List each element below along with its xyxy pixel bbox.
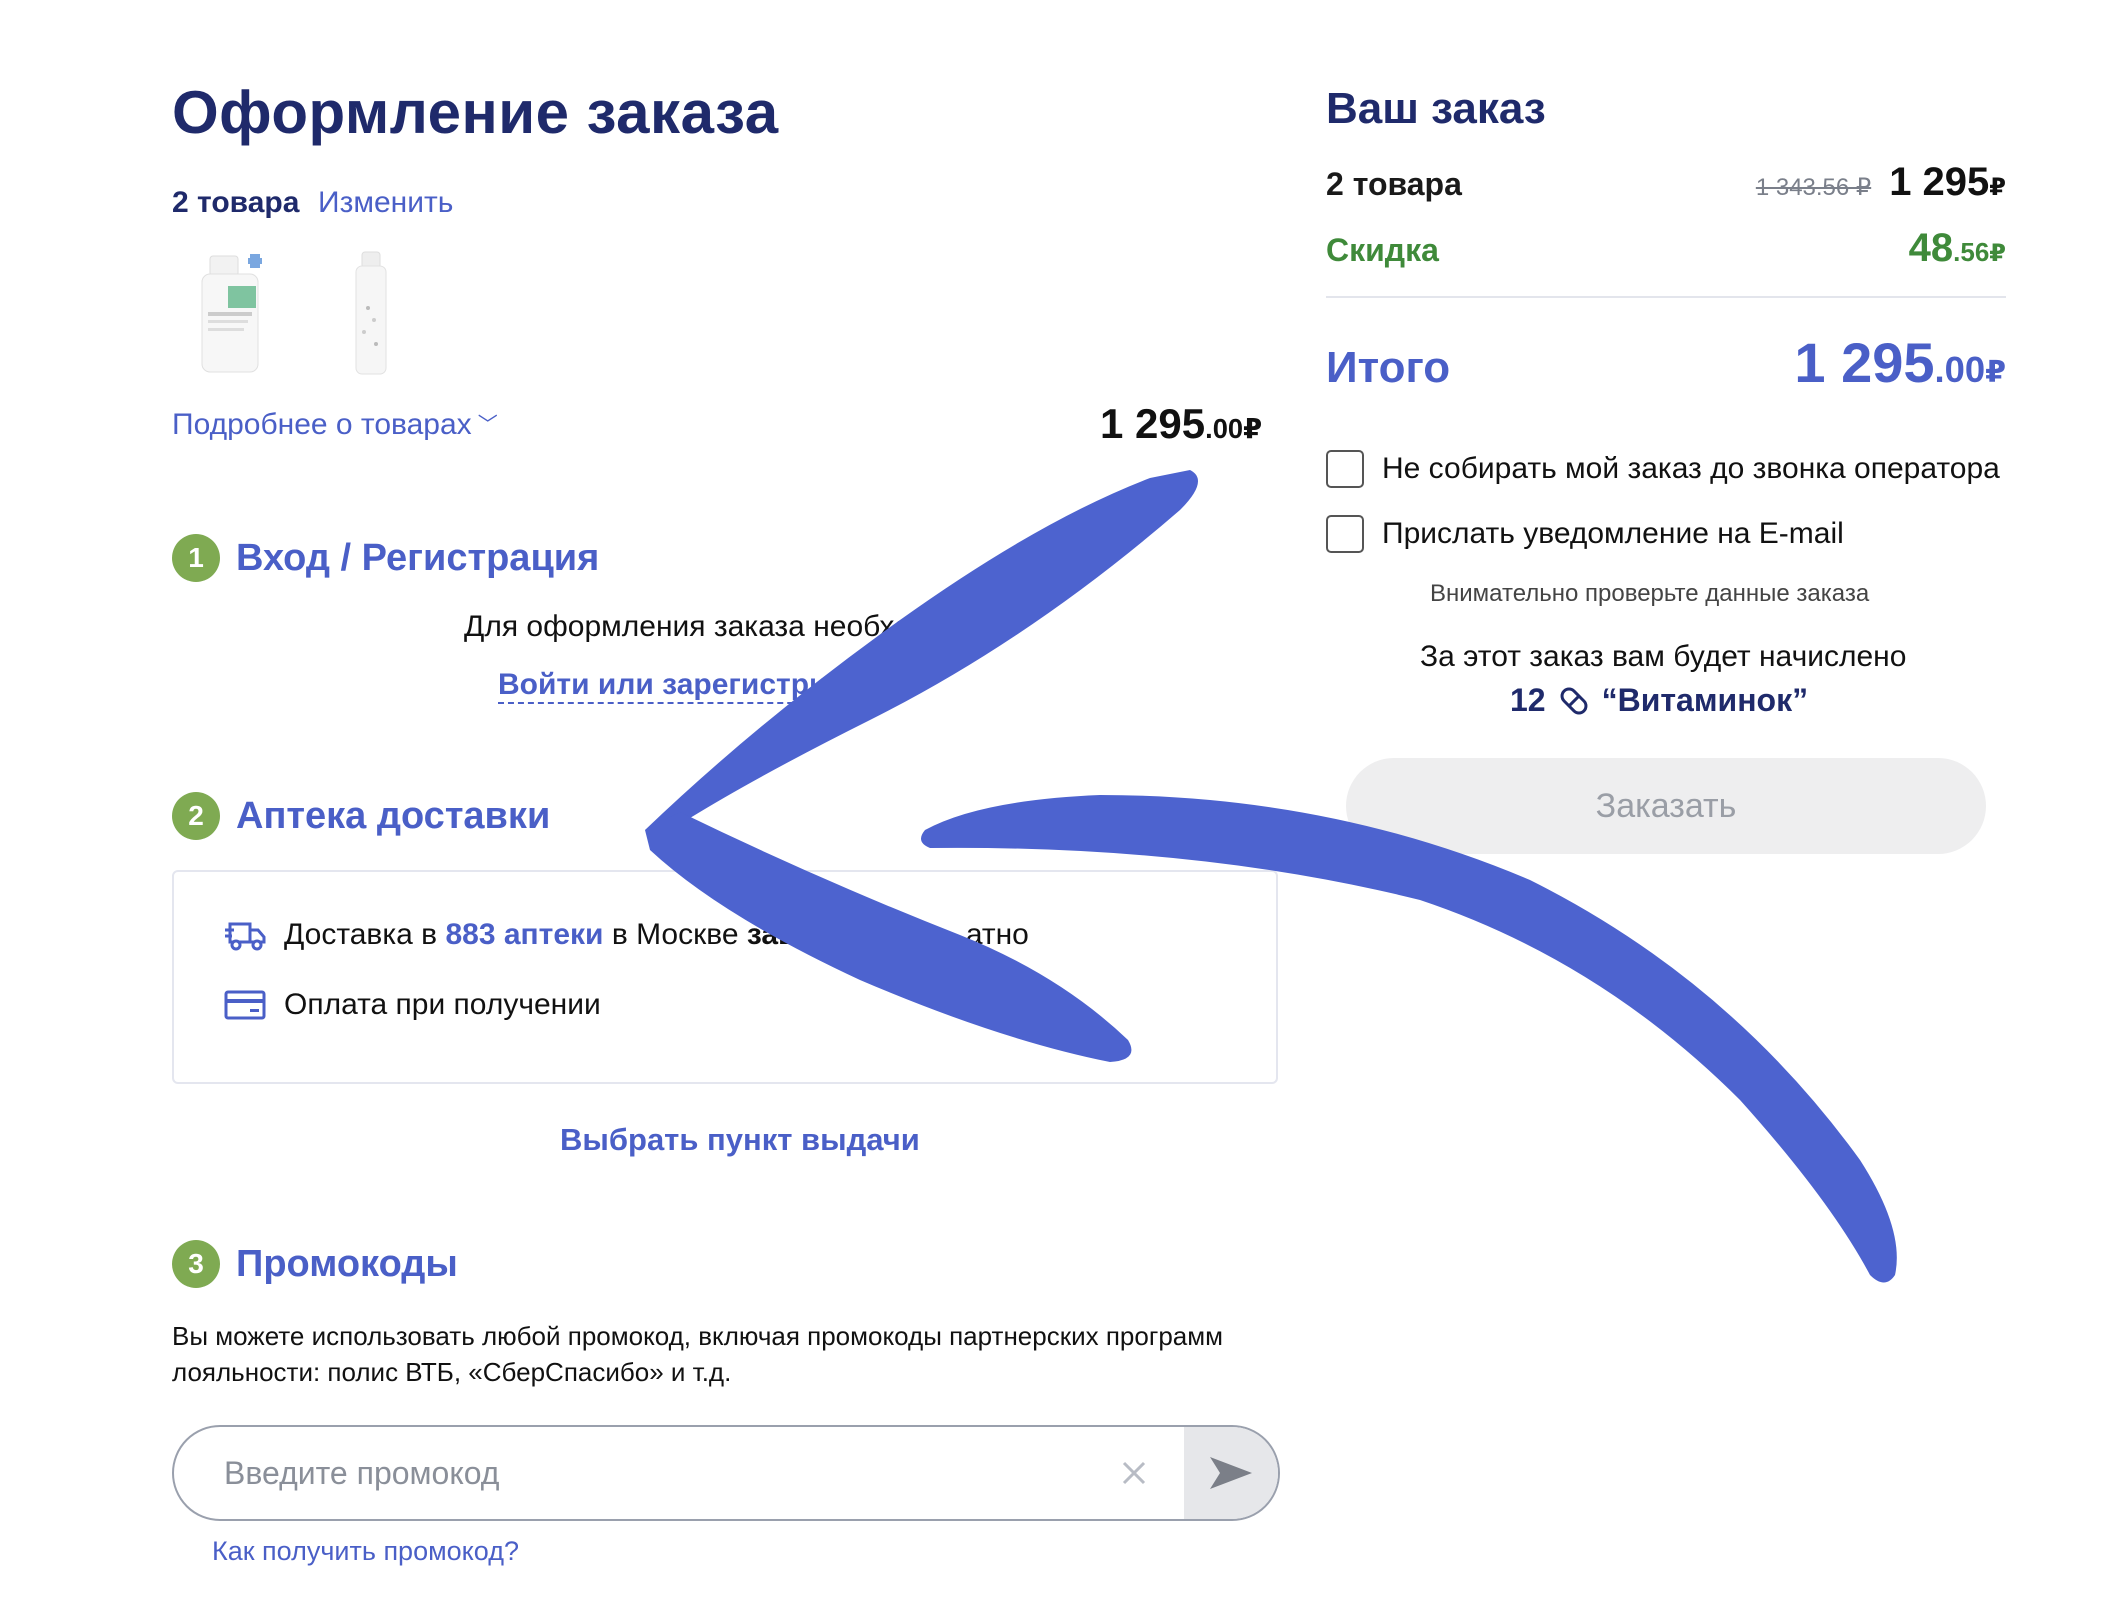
arrow-head-upper-stroke (645, 470, 1198, 835)
step-promo-header: 3 Промокоды (172, 1240, 458, 1288)
how-to-get-promo-link[interactable]: Как получить промокод? (212, 1536, 519, 1567)
promo-input-group (172, 1425, 1280, 1521)
promo-description: Вы можете использовать любой промокод, в… (172, 1321, 1223, 1387)
login-required-text: Для оформления заказа необходи (464, 610, 945, 643)
checkbox-label: Не собирать мой заказ до звонка оператор… (1382, 452, 2000, 485)
payment-method-text: Оплата при получении (284, 988, 601, 1021)
summary-total-row: Итого 1 295.00₽ (1326, 330, 2006, 395)
total-label: Итого (1326, 343, 1451, 392)
no-assemble-until-call-checkbox[interactable]: Не собирать мой заказ до звонка оператор… (1326, 450, 2000, 488)
bonus-text: За этот заказ вам будет начислено (1420, 640, 1907, 673)
pharmacy-count-link[interactable]: 883 аптеки (445, 918, 603, 951)
order-summary-title: Ваш заказ (1326, 84, 1546, 133)
payment-row: Оплата при получении (224, 988, 601, 1022)
summary-discount-row: Скидка 48.56₽ (1326, 226, 2006, 271)
step-number-badge: 1 (172, 534, 220, 582)
send-arrow-icon (1210, 1457, 1252, 1489)
bonus-amount: 12 (1510, 682, 1546, 718)
product-details-label: Подробнее о товарах (172, 408, 472, 441)
product-thumbnail-1[interactable] (188, 248, 298, 378)
summary-divider (1326, 296, 2006, 298)
summary-items-row: 2 товара 1 343.56 ₽ 1 295₽ (1326, 160, 2006, 205)
change-items-link[interactable]: Изменить (318, 186, 453, 220)
delivery-truck-icon (225, 922, 266, 951)
total-amount: 1 295.00₽ (1794, 331, 2006, 394)
checkbox-box[interactable] (1326, 450, 1364, 488)
promo-submit-button[interactable] (1184, 1427, 1278, 1519)
verify-order-note: Внимательно проверьте данные заказа (1430, 580, 1870, 607)
page-title: Оформление заказа (172, 79, 779, 146)
chevron-down-icon: ﹀ (477, 414, 498, 436)
step-title: Промокоды (236, 1242, 458, 1285)
discount-amount: 48.56₽ (1908, 226, 2006, 270)
current-price: 1 295₽ (1889, 160, 2006, 204)
product-thumbnail-2[interactable] (318, 248, 428, 378)
product-spray-image (355, 251, 387, 375)
step-number-badge: 3 (172, 1240, 220, 1288)
cart-total-price: 1 295.00₽ (1100, 400, 1263, 447)
email-notification-checkbox[interactable]: Прислать уведомление на E-mail (1326, 515, 1844, 553)
credit-card-icon (224, 990, 266, 1020)
pill-icon (1560, 687, 1588, 714)
promo-code-input[interactable] (174, 1427, 1104, 1519)
step-number-badge: 2 (172, 792, 220, 840)
bonus-name: “Витаминок” (1601, 682, 1809, 718)
delivery-row: Доставка в 883 аптеки в Москве завтра атн… (224, 918, 1029, 952)
step-login-header: 1 Вход / Регистрация (172, 534, 599, 582)
step-title: Аптека доставки (236, 794, 551, 837)
product-bottle-image (201, 254, 262, 373)
checkbox-label: Прислать уведомление на E-mail (1382, 517, 1844, 550)
step-pharmacy-header: 2 Аптека доставки (172, 792, 550, 840)
old-price: 1 343.56 ₽ (1755, 174, 1872, 201)
discount-label: Скидка (1326, 232, 1439, 268)
bonus-amount-row: 12 “Витаминок” (1510, 682, 1808, 719)
choose-pickup-point-link[interactable]: Выбрать пункт выдачи (560, 1122, 920, 1158)
summary-items-label: 2 товара (1326, 166, 1462, 202)
delivery-info-box: Доставка в 883 аптеки в Москве завтра атн… (172, 870, 1278, 1084)
clear-icon[interactable] (1104, 1443, 1164, 1503)
login-register-link[interactable]: Войти или зарегистриров (498, 668, 883, 704)
product-details-toggle[interactable]: Подробнее о товарах ﹀ (172, 408, 498, 442)
checkbox-box[interactable] (1326, 515, 1364, 553)
place-order-button[interactable]: Заказать (1346, 758, 1986, 854)
items-count: 2 товара (172, 186, 300, 219)
step-title: Вход / Регистрация (236, 536, 600, 579)
